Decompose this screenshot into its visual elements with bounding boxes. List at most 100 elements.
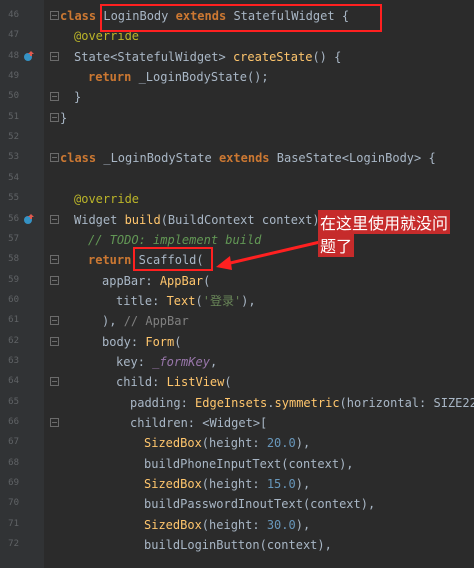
code-line: 72 buildLoginButton(context), bbox=[0, 535, 474, 555]
code-line: 60 title: Text('登录'), bbox=[0, 291, 474, 311]
line-number: 60 bbox=[8, 294, 19, 305]
class-name: _LoginBodyState bbox=[96, 151, 219, 166]
line-number: 67 bbox=[8, 437, 19, 448]
override-marker-icon[interactable] bbox=[23, 213, 35, 225]
code-line: 70 buildPasswordInoutText(context), bbox=[0, 494, 474, 514]
comment: // AppBar bbox=[123, 314, 189, 329]
fold-icon[interactable] bbox=[50, 275, 59, 285]
line-number: 62 bbox=[8, 335, 19, 346]
code-text: buildPasswordInoutText(context), bbox=[144, 497, 376, 512]
code-line: 51 } bbox=[0, 108, 474, 128]
code-text: : bbox=[137, 354, 153, 369]
keyword: extends bbox=[218, 151, 270, 166]
method-name: symmetric bbox=[274, 395, 340, 410]
code-line: 66 children: <Widget>[ bbox=[0, 413, 474, 433]
code-line: 68 buildPhoneInputText(context), bbox=[0, 454, 474, 474]
highlight-box-scaffold bbox=[133, 247, 213, 271]
line-number: 56 bbox=[8, 213, 19, 224]
code-line: 71 SizedBox(height: 30.0), bbox=[0, 515, 474, 535]
code-line: 50 } bbox=[0, 87, 474, 107]
code-text: : <Widget>[ bbox=[187, 416, 268, 430]
param-name: children bbox=[130, 416, 188, 430]
code-text: (height: bbox=[201, 436, 267, 451]
fold-icon[interactable] bbox=[50, 377, 59, 387]
fold-icon[interactable] bbox=[50, 418, 59, 427]
code-text: ), bbox=[295, 436, 311, 451]
line-number: 58 bbox=[8, 254, 19, 265]
code-line: 48 State<StatefulWidget> createState() { bbox=[0, 47, 474, 67]
code-text: ( bbox=[203, 273, 211, 288]
code-text: , bbox=[209, 354, 218, 369]
code-text: } bbox=[74, 90, 82, 105]
code-text: _LoginBodyState(); bbox=[131, 70, 269, 85]
param-name: child bbox=[116, 375, 153, 390]
fold-icon[interactable] bbox=[50, 112, 59, 122]
param-name: body bbox=[102, 334, 131, 349]
class-name: ListView bbox=[166, 375, 225, 390]
code-text: : bbox=[180, 395, 196, 410]
param-name: key bbox=[116, 354, 138, 369]
code-text: (height: bbox=[201, 477, 267, 492]
class-name: AppBar bbox=[159, 273, 204, 288]
fold-icon[interactable] bbox=[50, 92, 59, 102]
method-name: build bbox=[124, 212, 161, 227]
code-line: 53 class _LoginBodyState extends BaseSta… bbox=[0, 148, 474, 168]
line-number: 51 bbox=[8, 111, 19, 122]
line-number: 61 bbox=[8, 315, 19, 326]
fold-icon[interactable] bbox=[50, 316, 59, 326]
class-name: SizedBox bbox=[144, 436, 202, 451]
line-number: 64 bbox=[8, 376, 19, 387]
keyword: return bbox=[88, 253, 132, 268]
string-literal: '登录' bbox=[202, 293, 242, 308]
fold-icon[interactable] bbox=[50, 51, 59, 61]
fold-icon[interactable] bbox=[50, 214, 59, 224]
code-line: 65 padding: EdgeInsets.symmetric(horizon… bbox=[0, 393, 474, 413]
code-line: 63 key: _formKey, bbox=[0, 352, 474, 372]
annotation-text: 题了 bbox=[318, 233, 355, 257]
class-name: EdgeInsets bbox=[195, 395, 268, 410]
fold-icon[interactable] bbox=[50, 11, 59, 20]
keyword: class bbox=[60, 9, 97, 23]
class-name: Text bbox=[166, 293, 196, 308]
code-text: ), bbox=[241, 293, 256, 308]
line-number: 55 bbox=[8, 193, 19, 204]
code-editor[interactable]: 46 class LoginBody extends StatefulWidge… bbox=[0, 0, 474, 568]
code-text: : bbox=[145, 273, 160, 288]
fold-icon[interactable] bbox=[50, 336, 59, 346]
line-number: 46 bbox=[8, 10, 19, 20]
method-name: createState bbox=[232, 49, 313, 64]
line-number: 65 bbox=[8, 396, 19, 407]
code-line: 55 @override bbox=[0, 189, 474, 209]
annotation-text: 在这里使用就没问 bbox=[318, 210, 451, 234]
line-number: 47 bbox=[8, 30, 19, 41]
line-number: 63 bbox=[8, 355, 19, 366]
keyword: return bbox=[88, 70, 132, 85]
keyword: class bbox=[60, 151, 97, 166]
highlight-box-class-declaration bbox=[100, 4, 382, 32]
param-name: title bbox=[116, 293, 153, 308]
param-name: padding bbox=[130, 395, 181, 410]
code-text: (horizontal: SIZE22), bbox=[339, 395, 474, 410]
line-number: 59 bbox=[8, 274, 19, 285]
line-number: 53 bbox=[8, 152, 19, 163]
fold-icon[interactable] bbox=[50, 255, 59, 265]
code-line: 52 bbox=[0, 128, 474, 148]
code-text: : bbox=[152, 375, 167, 390]
line-number: 69 bbox=[8, 478, 19, 489]
override-marker-icon[interactable] bbox=[23, 50, 35, 62]
code-line: 64 child: ListView( bbox=[0, 372, 474, 392]
code-line: 69 SizedBox(height: 15.0), bbox=[0, 474, 474, 494]
code-text: } bbox=[60, 110, 68, 125]
code-text: ), bbox=[295, 517, 311, 532]
code-line: 49 return _LoginBodyState(); bbox=[0, 67, 474, 87]
fold-icon[interactable] bbox=[50, 153, 59, 163]
code-text: ), bbox=[102, 314, 124, 329]
code-text: (BuildContext context) bbox=[160, 212, 327, 227]
line-number: 70 bbox=[8, 498, 19, 509]
line-number: 66 bbox=[8, 417, 19, 427]
code-text: ( bbox=[174, 334, 182, 349]
line-number: 49 bbox=[8, 71, 19, 82]
annotation: @override bbox=[74, 192, 140, 207]
param-name: appBar bbox=[102, 273, 146, 288]
line-number: 54 bbox=[8, 172, 19, 183]
